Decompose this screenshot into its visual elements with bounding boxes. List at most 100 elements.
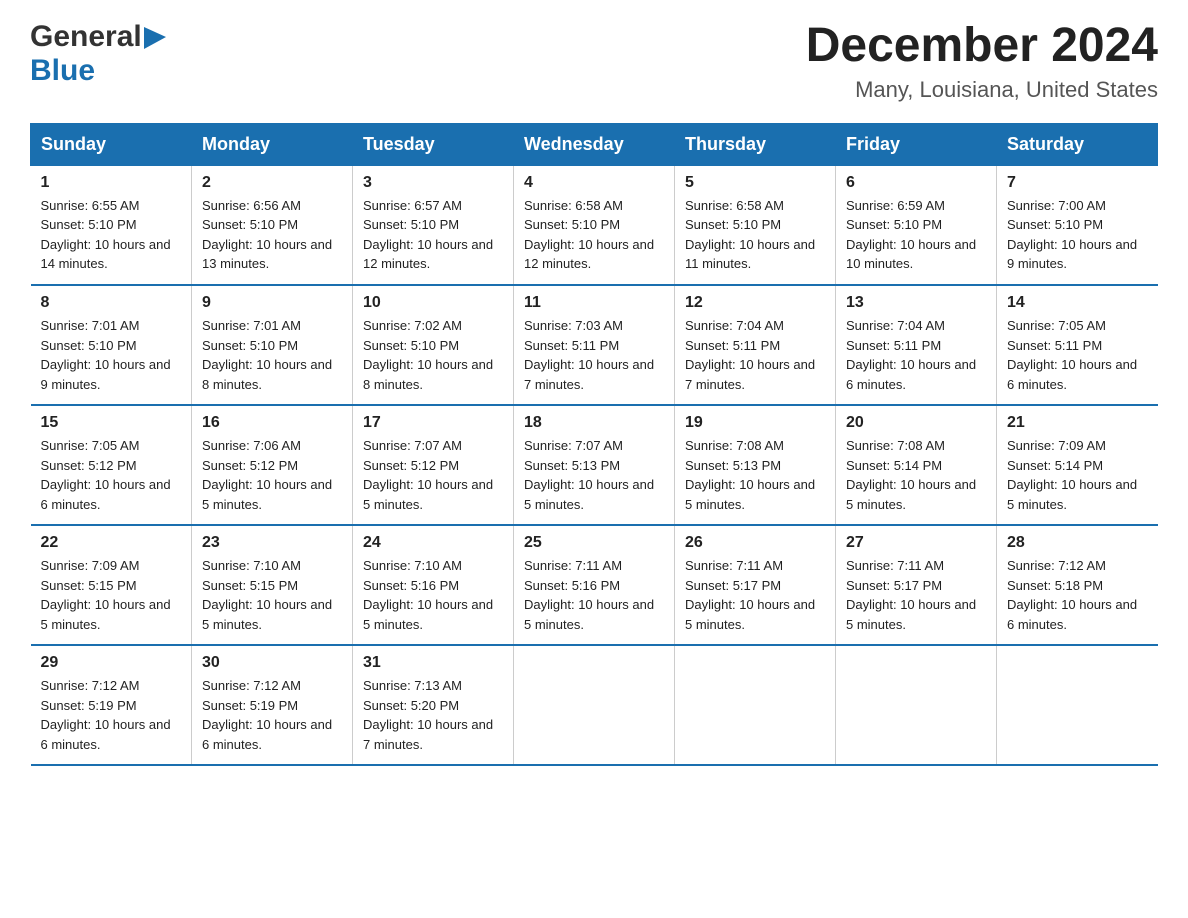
day-number: 31 (363, 654, 503, 672)
day-info: Sunrise: 6:57 AMSunset: 5:10 PMDaylight:… (363, 198, 493, 272)
calendar-cell: 12 Sunrise: 7:04 AMSunset: 5:11 PMDaylig… (675, 285, 836, 405)
day-info: Sunrise: 7:04 AMSunset: 5:11 PMDaylight:… (685, 318, 815, 392)
calendar-cell: 6 Sunrise: 6:59 AMSunset: 5:10 PMDayligh… (836, 165, 997, 285)
calendar-table: SundayMondayTuesdayWednesdayThursdayFrid… (30, 123, 1158, 767)
calendar-cell: 10 Sunrise: 7:02 AMSunset: 5:10 PMDaylig… (353, 285, 514, 405)
logo-blue: Blue (30, 54, 95, 87)
calendar-cell: 31 Sunrise: 7:13 AMSunset: 5:20 PMDaylig… (353, 645, 514, 765)
calendar-cell: 9 Sunrise: 7:01 AMSunset: 5:10 PMDayligh… (192, 285, 353, 405)
day-info: Sunrise: 7:10 AMSunset: 5:15 PMDaylight:… (202, 558, 332, 632)
day-number: 4 (524, 174, 664, 192)
day-info: Sunrise: 7:04 AMSunset: 5:11 PMDaylight:… (846, 318, 976, 392)
calendar-cell (997, 645, 1158, 765)
day-info: Sunrise: 7:10 AMSunset: 5:16 PMDaylight:… (363, 558, 493, 632)
day-number: 10 (363, 294, 503, 312)
calendar-week-1: 1 Sunrise: 6:55 AMSunset: 5:10 PMDayligh… (31, 165, 1158, 285)
day-number: 21 (1007, 414, 1148, 432)
calendar-cell: 14 Sunrise: 7:05 AMSunset: 5:11 PMDaylig… (997, 285, 1158, 405)
day-number: 16 (202, 414, 342, 432)
calendar-cell: 5 Sunrise: 6:58 AMSunset: 5:10 PMDayligh… (675, 165, 836, 285)
calendar-cell: 11 Sunrise: 7:03 AMSunset: 5:11 PMDaylig… (514, 285, 675, 405)
calendar-cell (836, 645, 997, 765)
calendar-cell: 22 Sunrise: 7:09 AMSunset: 5:15 PMDaylig… (31, 525, 192, 645)
day-info: Sunrise: 7:03 AMSunset: 5:11 PMDaylight:… (524, 318, 654, 392)
day-number: 29 (41, 654, 182, 672)
day-info: Sunrise: 6:55 AMSunset: 5:10 PMDaylight:… (41, 198, 171, 272)
calendar-cell: 28 Sunrise: 7:12 AMSunset: 5:18 PMDaylig… (997, 525, 1158, 645)
day-number: 23 (202, 534, 342, 552)
day-info: Sunrise: 7:09 AMSunset: 5:14 PMDaylight:… (1007, 438, 1137, 512)
day-info: Sunrise: 7:13 AMSunset: 5:20 PMDaylight:… (363, 678, 493, 752)
day-header-saturday: Saturday (997, 123, 1158, 165)
title-area: December 2024 Many, Louisiana, United St… (806, 20, 1158, 103)
calendar-cell: 24 Sunrise: 7:10 AMSunset: 5:16 PMDaylig… (353, 525, 514, 645)
day-info: Sunrise: 7:11 AMSunset: 5:17 PMDaylight:… (846, 558, 976, 632)
day-number: 22 (41, 534, 182, 552)
calendar-cell: 1 Sunrise: 6:55 AMSunset: 5:10 PMDayligh… (31, 165, 192, 285)
day-number: 7 (1007, 174, 1148, 192)
calendar-cell: 27 Sunrise: 7:11 AMSunset: 5:17 PMDaylig… (836, 525, 997, 645)
day-header-thursday: Thursday (675, 123, 836, 165)
calendar-week-2: 8 Sunrise: 7:01 AMSunset: 5:10 PMDayligh… (31, 285, 1158, 405)
day-header-monday: Monday (192, 123, 353, 165)
day-header-friday: Friday (836, 123, 997, 165)
calendar-cell (675, 645, 836, 765)
day-info: Sunrise: 7:12 AMSunset: 5:18 PMDaylight:… (1007, 558, 1137, 632)
day-info: Sunrise: 7:11 AMSunset: 5:17 PMDaylight:… (685, 558, 815, 632)
day-number: 3 (363, 174, 503, 192)
day-info: Sunrise: 7:08 AMSunset: 5:13 PMDaylight:… (685, 438, 815, 512)
day-number: 25 (524, 534, 664, 552)
calendar-cell (514, 645, 675, 765)
calendar-header: SundayMondayTuesdayWednesdayThursdayFrid… (31, 123, 1158, 165)
calendar-cell: 4 Sunrise: 6:58 AMSunset: 5:10 PMDayligh… (514, 165, 675, 285)
calendar-week-5: 29 Sunrise: 7:12 AMSunset: 5:19 PMDaylig… (31, 645, 1158, 765)
day-info: Sunrise: 7:02 AMSunset: 5:10 PMDaylight:… (363, 318, 493, 392)
day-number: 9 (202, 294, 342, 312)
day-info: Sunrise: 7:00 AMSunset: 5:10 PMDaylight:… (1007, 198, 1137, 272)
day-number: 28 (1007, 534, 1148, 552)
calendar-cell: 3 Sunrise: 6:57 AMSunset: 5:10 PMDayligh… (353, 165, 514, 285)
day-info: Sunrise: 7:07 AMSunset: 5:13 PMDaylight:… (524, 438, 654, 512)
day-info: Sunrise: 7:05 AMSunset: 5:11 PMDaylight:… (1007, 318, 1137, 392)
logo-general: General (30, 20, 142, 54)
calendar-cell: 17 Sunrise: 7:07 AMSunset: 5:12 PMDaylig… (353, 405, 514, 525)
page-header: General Blue December 2024 Many, Louisia… (30, 20, 1158, 103)
day-number: 14 (1007, 294, 1148, 312)
day-number: 6 (846, 174, 986, 192)
day-number: 18 (524, 414, 664, 432)
calendar-cell: 20 Sunrise: 7:08 AMSunset: 5:14 PMDaylig… (836, 405, 997, 525)
day-number: 13 (846, 294, 986, 312)
calendar-cell: 19 Sunrise: 7:08 AMSunset: 5:13 PMDaylig… (675, 405, 836, 525)
day-info: Sunrise: 6:59 AMSunset: 5:10 PMDaylight:… (846, 198, 976, 272)
day-header-sunday: Sunday (31, 123, 192, 165)
calendar-week-3: 15 Sunrise: 7:05 AMSunset: 5:12 PMDaylig… (31, 405, 1158, 525)
day-number: 30 (202, 654, 342, 672)
month-title: December 2024 (806, 20, 1158, 73)
calendar-cell: 2 Sunrise: 6:56 AMSunset: 5:10 PMDayligh… (192, 165, 353, 285)
day-number: 1 (41, 174, 182, 192)
day-number: 27 (846, 534, 986, 552)
day-number: 12 (685, 294, 825, 312)
day-header-wednesday: Wednesday (514, 123, 675, 165)
day-info: Sunrise: 7:09 AMSunset: 5:15 PMDaylight:… (41, 558, 171, 632)
calendar-cell: 7 Sunrise: 7:00 AMSunset: 5:10 PMDayligh… (997, 165, 1158, 285)
day-info: Sunrise: 7:01 AMSunset: 5:10 PMDaylight:… (41, 318, 171, 392)
day-header-tuesday: Tuesday (353, 123, 514, 165)
day-number: 5 (685, 174, 825, 192)
day-number: 11 (524, 294, 664, 312)
calendar-cell: 26 Sunrise: 7:11 AMSunset: 5:17 PMDaylig… (675, 525, 836, 645)
day-info: Sunrise: 7:11 AMSunset: 5:16 PMDaylight:… (524, 558, 654, 632)
day-info: Sunrise: 7:12 AMSunset: 5:19 PMDaylight:… (202, 678, 332, 752)
day-number: 19 (685, 414, 825, 432)
calendar-week-4: 22 Sunrise: 7:09 AMSunset: 5:15 PMDaylig… (31, 525, 1158, 645)
day-number: 8 (41, 294, 182, 312)
day-number: 17 (363, 414, 503, 432)
calendar-cell: 25 Sunrise: 7:11 AMSunset: 5:16 PMDaylig… (514, 525, 675, 645)
logo: General Blue (30, 20, 166, 88)
calendar-cell: 13 Sunrise: 7:04 AMSunset: 5:11 PMDaylig… (836, 285, 997, 405)
day-info: Sunrise: 6:58 AMSunset: 5:10 PMDaylight:… (685, 198, 815, 272)
day-info: Sunrise: 6:58 AMSunset: 5:10 PMDaylight:… (524, 198, 654, 272)
day-number: 2 (202, 174, 342, 192)
day-info: Sunrise: 7:06 AMSunset: 5:12 PMDaylight:… (202, 438, 332, 512)
day-number: 20 (846, 414, 986, 432)
